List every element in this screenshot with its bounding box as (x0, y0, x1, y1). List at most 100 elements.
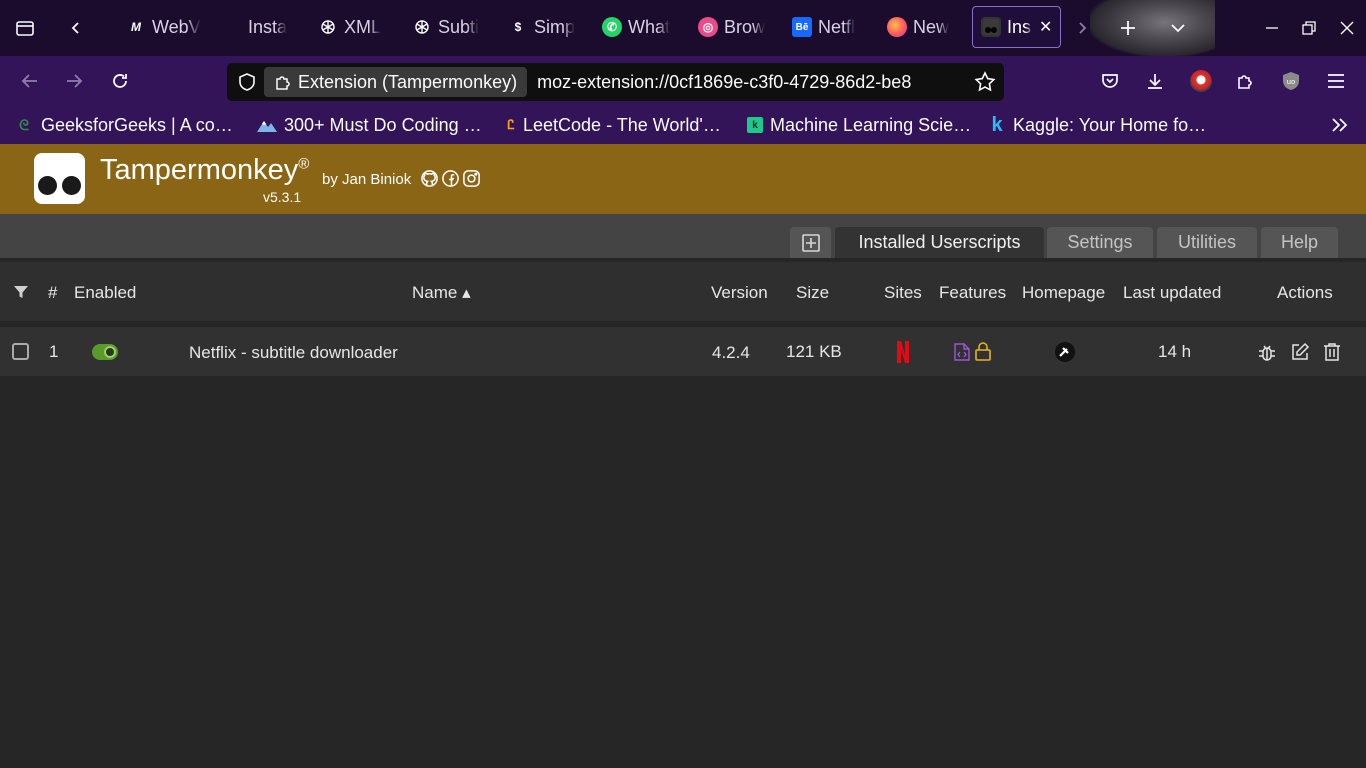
minimize-button[interactable] (1254, 10, 1290, 46)
column-actions: Actions (1277, 283, 1333, 302)
ublock-button[interactable]: uo (1273, 63, 1309, 99)
column-sites[interactable]: Sites (884, 283, 922, 303)
column-enabled[interactable]: Enabled (74, 283, 136, 303)
shield-icon[interactable] (237, 72, 257, 97)
column-homepage[interactable]: Homepage (1022, 283, 1105, 303)
new-tab-button[interactable] (1110, 10, 1146, 46)
browser-tab[interactable]: Subti (404, 6, 490, 48)
close-icon (1340, 21, 1354, 35)
tab-scroll-right-button[interactable] (1064, 10, 1100, 46)
forward-button[interactable] (56, 63, 92, 99)
app-menu-button[interactable] (1318, 63, 1354, 99)
row-number: 1 (49, 342, 59, 361)
puzzle-piece-icon (1238, 75, 1252, 89)
column-num[interactable]: # (48, 283, 57, 303)
tab-scroll-left-button[interactable] (58, 10, 94, 46)
firefox-view-button[interactable] (7, 10, 43, 46)
plus-icon (1121, 21, 1135, 35)
script-name[interactable]: Netflix - subtitle downloader (189, 343, 398, 363)
table-row: 1 Netflix - subtitle downloader 4.2.4 12… (0, 327, 1366, 376)
bookmark-item[interactable]: Ꮭ LeetCode - The World'… (504, 113, 721, 137)
browser-tab[interactable]: XML (310, 6, 396, 48)
reload-button[interactable] (102, 63, 138, 99)
browser-tab[interactable]: New (879, 6, 965, 48)
script-file-icon[interactable] (954, 343, 970, 366)
gfg-icon: ᘓ (19, 116, 29, 133)
identity-label: Extension (Tampermonkey) (298, 71, 518, 92)
browser-tab[interactable]: ✆ What (594, 6, 680, 48)
simplify-icon: $ (514, 20, 522, 34)
chevron-right-icon (1079, 22, 1087, 34)
hamburger-menu-icon (1328, 74, 1344, 88)
letter-m-icon: M (131, 20, 141, 34)
tampermonkey-tab-bar: Installed Userscripts Settings Utilities… (0, 214, 1366, 258)
close-window-button[interactable] (1329, 10, 1365, 46)
add-script-tab[interactable] (790, 227, 831, 258)
app-title: Tampermonkey® (100, 154, 310, 186)
star-bookmark-icon[interactable] (974, 71, 996, 98)
browser-tab-active[interactable]: Ins ✕ (972, 6, 1061, 48)
bookmark-item[interactable]: ᘓ GeeksforGeeks | A co… (14, 113, 233, 137)
bookmark-item[interactable]: k Machine Learning Scie… (747, 113, 971, 137)
whatsapp-icon: ✆ (602, 17, 622, 37)
column-last-updated[interactable]: Last updated (1123, 283, 1221, 303)
url-bar[interactable]: Extension (Tampermonkey) moz-extension:/… (227, 63, 1004, 101)
column-size[interactable]: Size (796, 283, 829, 303)
edit-button[interactable] (1289, 341, 1311, 363)
edit-icon (1292, 342, 1310, 360)
enabled-toggle[interactable] (92, 344, 118, 360)
close-tab-icon[interactable]: ✕ (1039, 17, 1052, 37)
facebook-icon[interactable] (440, 168, 460, 188)
tab-label: Netfl (818, 16, 856, 37)
openai-icon (318, 17, 338, 37)
homepage-icon[interactable] (1054, 341, 1076, 368)
tab-label: WebV (152, 16, 201, 37)
netflix-icon[interactable] (896, 341, 910, 368)
minimize-icon (1266, 27, 1278, 29)
browser-tab[interactable]: M WebV (118, 6, 210, 48)
bug-icon (1259, 345, 1275, 361)
row-select-checkbox[interactable] (12, 343, 29, 360)
browser-tab[interactable]: Bē Netfl (784, 6, 870, 48)
tab-help[interactable]: Help (1261, 227, 1338, 258)
bookmark-label: GeeksforGeeks | A co… (41, 114, 233, 135)
tab-label: Brow (724, 16, 766, 37)
pocket-button[interactable] (1092, 63, 1128, 99)
column-version[interactable]: Version (711, 283, 768, 303)
tab-label: Subti (438, 16, 480, 37)
github-icon[interactable] (419, 168, 439, 188)
url-text[interactable]: moz-extension://0cf1869e-c3f0-4729-86d2-… (537, 72, 945, 93)
puzzle-piece-icon (276, 76, 290, 90)
bookmarks-overflow-button[interactable] (1330, 113, 1350, 137)
back-button[interactable] (12, 63, 48, 99)
column-features[interactable]: Features (939, 283, 1006, 303)
navigation-toolbar: Extension (Tampermonkey) moz-extension:/… (0, 56, 1366, 106)
download-icon (1148, 74, 1162, 89)
column-name[interactable]: Name ▴ (412, 283, 471, 303)
browser-tab[interactable]: Insta (214, 6, 300, 48)
identity-box[interactable]: Extension (Tampermonkey) (264, 67, 528, 97)
tab-installed-userscripts[interactable]: Installed Userscripts (835, 227, 1044, 258)
browser-tab[interactable]: ◎ Brow (690, 6, 776, 48)
debug-button[interactable] (1256, 341, 1278, 363)
bookmark-label: Machine Learning Scie… (770, 114, 972, 135)
bookmark-item[interactable]: 300+ Must Do Coding … (257, 113, 482, 137)
downloads-button[interactable] (1137, 63, 1173, 99)
instagram-icon[interactable] (461, 168, 481, 188)
filter-icon[interactable] (13, 284, 29, 305)
tab-settings[interactable]: Settings (1047, 227, 1153, 258)
tab-label: What (628, 16, 671, 37)
leetcode-icon: Ꮭ (507, 117, 515, 132)
extensions-button[interactable] (1228, 63, 1264, 99)
account-button[interactable] (1183, 63, 1219, 99)
behance-icon: Bē (792, 17, 812, 37)
delete-button[interactable] (1321, 341, 1343, 363)
ublock-shield-icon: uo (1283, 72, 1299, 90)
browser-tab[interactable]: $ Simp (500, 6, 586, 48)
restore-button[interactable] (1291, 10, 1327, 46)
tab-label: Insta (248, 16, 288, 37)
bookmark-item[interactable]: k Kaggle: Your Home fo… (990, 113, 1206, 137)
lock-icon[interactable] (974, 342, 992, 366)
list-all-tabs-button[interactable] (1160, 10, 1196, 46)
tab-utilities[interactable]: Utilities (1157, 227, 1257, 258)
